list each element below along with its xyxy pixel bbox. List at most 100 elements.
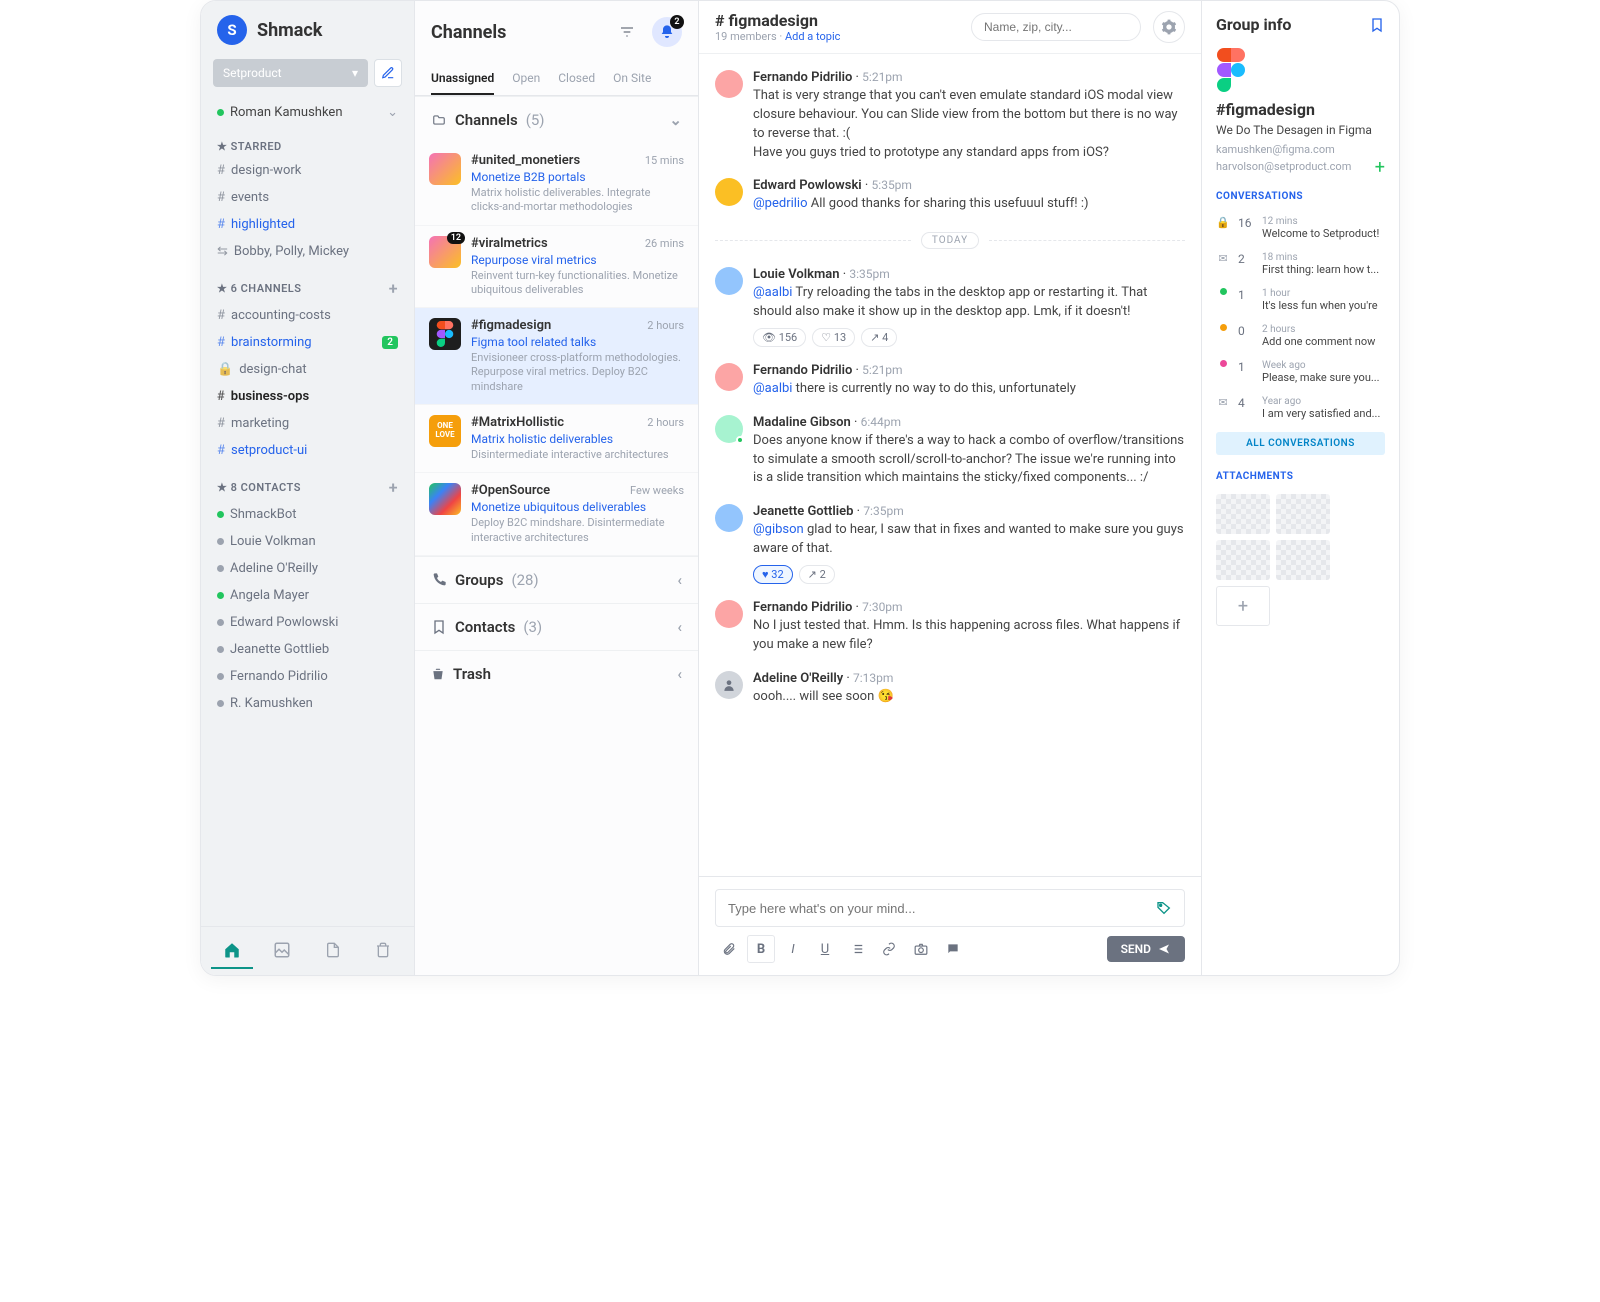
bold-button[interactable]: B xyxy=(747,935,775,963)
conversation-item[interactable]: 1 1 hourIt's less fun when you're xyxy=(1216,282,1385,318)
groups-accordion[interactable]: Groups (28) ‹ xyxy=(415,556,698,603)
sidebar-item[interactable]: ShmackBot xyxy=(201,501,414,528)
notifications-button[interactable]: 2 xyxy=(652,17,682,47)
contacts-accordion[interactable]: Contacts (3) ‹ xyxy=(415,603,698,650)
sidebar-item[interactable]: Louie Volkman xyxy=(201,528,414,555)
tab[interactable]: Unassigned xyxy=(431,63,494,95)
sidebar-item[interactable]: Jeanette Gottlieb xyxy=(201,636,414,663)
link-icon xyxy=(882,942,896,956)
conversation-item[interactable]: ✉2 18 minsFirst thing: learn how t... xyxy=(1216,246,1385,282)
info-email-1: harvolson@setproduct.com xyxy=(1216,158,1385,175)
nav-home[interactable] xyxy=(211,933,253,969)
tab[interactable]: On Site xyxy=(613,63,651,95)
add-member-button[interactable]: + xyxy=(1375,157,1385,178)
add-button[interactable]: + xyxy=(389,279,398,298)
sidebar-item[interactable]: R. Kamushken xyxy=(201,690,414,717)
bookmark-icon[interactable] xyxy=(1369,17,1385,33)
reaction[interactable]: ↗ 4 xyxy=(861,328,897,347)
tag-icon[interactable] xyxy=(1156,900,1172,916)
channel-item[interactable]: ONELOVE #MatrixHollistic2 hours Matrix h… xyxy=(415,405,698,473)
sidebar-item[interactable]: #business-ops xyxy=(201,383,414,410)
avatar xyxy=(715,415,743,443)
current-user[interactable]: Roman Kamushken ⌄ xyxy=(201,99,414,126)
message-list[interactable]: Fernando Pidrilio · 5:21pm That is very … xyxy=(699,54,1201,876)
attachment-thumb[interactable] xyxy=(1276,494,1330,534)
camera-icon xyxy=(914,942,928,956)
search-box[interactable] xyxy=(971,13,1141,41)
paperclip-icon xyxy=(722,942,736,956)
sidebar-item[interactable]: #setproduct-ui xyxy=(201,437,414,464)
attachment-thumb[interactable] xyxy=(1216,540,1270,580)
conversation-item[interactable]: 1 Week agoPlease, make sure you... xyxy=(1216,354,1385,390)
settings-button[interactable] xyxy=(1153,11,1185,43)
channel-item[interactable]: #united_monetiers15 mins Monetize B2B po… xyxy=(415,143,698,226)
conversation-item[interactable]: 0 2 hoursAdd one comment now xyxy=(1216,318,1385,354)
add-button[interactable]: + xyxy=(389,478,398,497)
sidebar-item[interactable]: ⇆Bobby, Polly, Mickey xyxy=(201,238,414,265)
sidebar-item[interactable]: Edward Powlowski xyxy=(201,609,414,636)
notification-count: 2 xyxy=(670,15,684,29)
channel-item[interactable]: #figmadesign2 hours Figma tool related t… xyxy=(415,308,698,405)
sidebar-item[interactable]: #events xyxy=(201,184,414,211)
edit-button[interactable] xyxy=(374,59,402,87)
all-conversations-button[interactable]: ALL CONVERSATIONS xyxy=(1216,432,1385,455)
sidebar-item[interactable]: Angela Mayer xyxy=(201,582,414,609)
image-icon xyxy=(273,941,291,959)
add-topic-link[interactable]: Add a topic xyxy=(785,30,840,43)
avatar xyxy=(715,671,743,699)
workspace-select[interactable]: Setproduct ▾ xyxy=(213,59,368,87)
composer: B I U SEND xyxy=(699,876,1201,975)
trash-accordion[interactable]: Trash ‹ xyxy=(415,650,698,697)
sidebar-item[interactable]: 🔒design-chat xyxy=(201,356,414,383)
sidebar-item[interactable]: Adeline O'Reilly xyxy=(201,555,414,582)
composer-toolbar: B I U SEND xyxy=(715,935,1185,963)
nav-image[interactable] xyxy=(261,933,303,969)
sidebar-item[interactable]: #highlighted xyxy=(201,211,414,238)
list-button[interactable] xyxy=(843,935,871,963)
chevron-left-icon: ‹ xyxy=(677,665,682,683)
channels-accordion[interactable]: Channels (5) ⌄ xyxy=(415,96,698,143)
composer-input[interactable] xyxy=(728,901,1156,916)
attachment-thumb[interactable] xyxy=(1276,540,1330,580)
attach-button[interactable] xyxy=(715,935,743,963)
trash-icon xyxy=(431,666,445,682)
reaction[interactable]: ♡ 13 xyxy=(812,328,855,347)
reaction[interactable]: 👁 156 xyxy=(753,328,806,347)
composer-input-wrap[interactable] xyxy=(715,889,1185,927)
underline-button[interactable]: U xyxy=(811,935,839,963)
chat-title-block: # figmadesign 19 members · Add a topic xyxy=(715,11,840,43)
left-sidebar: S Shmack Setproduct ▾ Roman Kamushken ⌄ … xyxy=(201,1,415,975)
sidebar-item[interactable]: #design-work xyxy=(201,157,414,184)
member-count: 19 members xyxy=(715,30,777,43)
tab[interactable]: Closed xyxy=(558,63,595,95)
search-input[interactable] xyxy=(984,20,1139,34)
sidebar-item[interactable]: #marketing xyxy=(201,410,414,437)
sidebar-item[interactable]: #brainstorming2 xyxy=(201,329,414,356)
chevron-left-icon: ‹ xyxy=(677,571,682,589)
info-title: Group info xyxy=(1216,15,1291,34)
info-column: Group info #figmadesign We Do The Desage… xyxy=(1201,1,1399,975)
presence-dot xyxy=(217,109,224,116)
camera-button[interactable] xyxy=(907,935,935,963)
reaction[interactable]: ↗ 2 xyxy=(799,565,835,584)
italic-button[interactable]: I xyxy=(779,935,807,963)
file-icon xyxy=(325,941,341,959)
bottom-nav xyxy=(201,926,414,975)
conversation-item[interactable]: 🔒16 12 minsWelcome to Setproduct! xyxy=(1216,210,1385,246)
sidebar-item[interactable]: #accounting-costs xyxy=(201,302,414,329)
conversation-item[interactable]: ✉4 Year agoI am very satisfied and... xyxy=(1216,390,1385,426)
nav-file[interactable] xyxy=(312,933,354,969)
channel-item[interactable]: #OpenSourceFew weeks Monetize ubiquitous… xyxy=(415,473,698,556)
nav-trash[interactable] xyxy=(362,933,404,969)
figma-logo xyxy=(1216,48,1246,92)
reaction[interactable]: ♥ 32 xyxy=(753,565,793,584)
sidebar-item[interactable]: Fernando Pidrilio xyxy=(201,663,414,690)
tab[interactable]: Open xyxy=(512,63,540,95)
attachment-thumb[interactable] xyxy=(1216,494,1270,534)
filter-button[interactable] xyxy=(612,17,642,47)
channel-item[interactable]: 12 #viralmetrics26 mins Repurpose viral … xyxy=(415,226,698,309)
add-attachment-button[interactable]: + xyxy=(1216,586,1270,626)
send-button[interactable]: SEND xyxy=(1107,936,1185,962)
link-button[interactable] xyxy=(875,935,903,963)
chat-button[interactable] xyxy=(939,935,967,963)
